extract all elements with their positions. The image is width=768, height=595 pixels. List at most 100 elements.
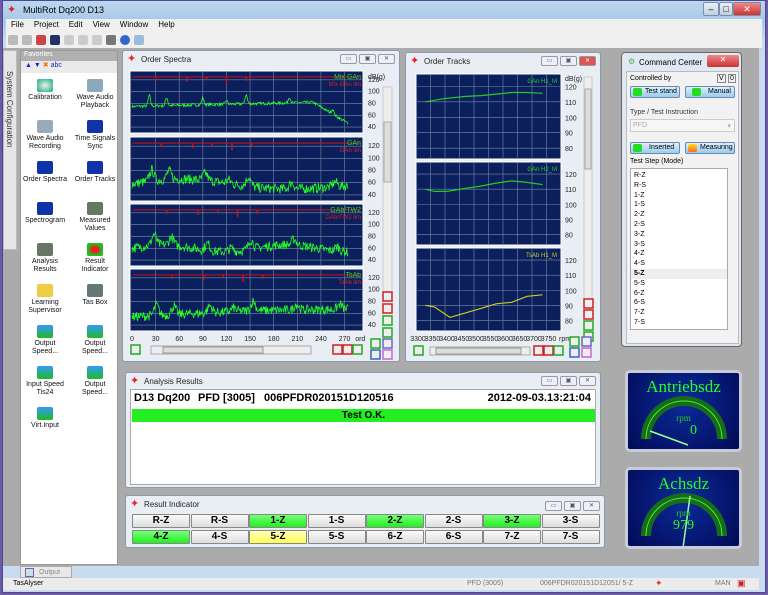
test-step-item[interactable]: 5-S xyxy=(631,279,727,289)
scrollbar-thumb[interactable] xyxy=(584,88,592,170)
favorite-item[interactable]: Order Tracks xyxy=(71,161,119,184)
minimize-button[interactable]: ▭ xyxy=(541,56,558,66)
favorite-item[interactable]: Calibration xyxy=(21,79,69,102)
menu-window[interactable]: Window xyxy=(115,19,153,30)
favorite-item[interactable]: Output Speed... xyxy=(71,366,119,397)
zero-button[interactable]: 0 xyxy=(728,74,736,83)
test-step-item[interactable]: 4-S xyxy=(631,259,727,269)
test-step-item[interactable]: 6-S xyxy=(631,298,727,308)
close-button[interactable]: ✕ xyxy=(378,54,395,64)
test-step-list[interactable]: R-Z R-S 1-Z 1-S 2-Z 2-S 3-Z 3-S 4-Z 4-S 5-Z 5-S 6-Z 6… xyxy=(630,168,728,330)
scrollbar-thumb[interactable] xyxy=(435,347,522,355)
test-step-item[interactable]: 7-Z xyxy=(631,308,727,318)
reset-zoom-icon[interactable] xyxy=(553,345,564,356)
favorite-item[interactable]: Learning Supervisor xyxy=(21,284,69,315)
favorite-item[interactable]: Result Indicator xyxy=(71,243,119,274)
test-stand-button[interactable]: Test stand xyxy=(630,86,680,98)
restore-button[interactable]: ▣ xyxy=(560,376,577,386)
test-step-item[interactable]: 3-S xyxy=(631,240,727,250)
zoom-out-icon[interactable] xyxy=(583,309,594,320)
output-tab[interactable]: Output xyxy=(20,566,72,578)
close-button[interactable]: ✕ xyxy=(707,55,739,67)
menu-view[interactable]: View xyxy=(88,19,115,30)
close-button[interactable]: ✕ xyxy=(583,501,600,511)
test-step-item[interactable]: 1-Z xyxy=(631,191,727,201)
v-button[interactable]: V xyxy=(717,74,726,83)
close-button[interactable]: ✕ xyxy=(733,2,761,16)
test-step-item[interactable]: R-Z xyxy=(631,171,727,181)
home-icon[interactable] xyxy=(130,344,141,355)
menu-file[interactable]: File xyxy=(6,19,29,30)
test-step-item[interactable]: 2-Z xyxy=(631,210,727,220)
favorite-item[interactable]: Input Speed Tis24 xyxy=(21,366,69,397)
close-button[interactable]: ✕ xyxy=(579,376,596,386)
reset-zoom-icon[interactable] xyxy=(382,315,393,326)
order-tracks-plot[interactable]: 80 90 100 110 120 GAn H1_M 80 90 100 110 120 GAn H2… xyxy=(406,69,602,363)
test-step-item[interactable]: 3-Z xyxy=(631,230,727,240)
settings-icon[interactable] xyxy=(569,347,580,358)
delete-icon[interactable]: ✖ xyxy=(43,62,49,69)
zoom-in-icon[interactable] xyxy=(583,298,594,309)
menu-help[interactable]: Help xyxy=(153,19,179,30)
favorite-item[interactable]: Measured Values xyxy=(71,202,119,233)
disconnect-icon[interactable] xyxy=(22,35,32,45)
test-step-item[interactable]: 2-S xyxy=(631,220,727,230)
favorite-item[interactable]: Wave Audio Recording xyxy=(21,120,69,151)
favorite-item[interactable]: Tas Box xyxy=(71,284,119,307)
minimize-button[interactable]: ▭ xyxy=(545,501,562,511)
reset-zoom-icon[interactable] xyxy=(352,344,363,355)
reset-zoom-icon[interactable] xyxy=(583,320,594,331)
close-button[interactable]: ✕ xyxy=(579,56,596,66)
favorite-item[interactable]: Spectrogram xyxy=(21,202,69,225)
test-step-item[interactable]: R-S xyxy=(631,181,727,191)
connect-icon[interactable] xyxy=(8,35,18,45)
test-step-item[interactable]: 7-S xyxy=(631,318,727,328)
save-icon[interactable] xyxy=(50,35,60,45)
zoom-in-icon[interactable] xyxy=(332,344,343,355)
type-select[interactable]: PFD ▾ xyxy=(630,119,735,132)
maximize-button[interactable]: □ xyxy=(719,2,733,16)
favorite-item[interactable]: Output Speed... xyxy=(71,325,119,356)
paste-icon[interactable] xyxy=(92,35,102,45)
move-down-icon[interactable]: ▼ xyxy=(34,62,41,69)
export-icon[interactable] xyxy=(382,349,393,360)
scrollbar-thumb[interactable] xyxy=(162,346,264,354)
move-up-icon[interactable]: ▲ xyxy=(25,62,32,69)
test-step-item[interactable]: 5-Z xyxy=(631,268,727,279)
menu-edit[interactable]: Edit xyxy=(64,19,88,30)
export-icon[interactable] xyxy=(581,347,592,358)
favorite-item[interactable]: Time Signals Sync xyxy=(71,120,119,151)
system-configuration-tab[interactable]: System Configuration xyxy=(3,50,17,250)
zoom-in-icon[interactable] xyxy=(533,345,544,356)
zoom-out-icon[interactable] xyxy=(342,344,353,355)
zoom-out-icon[interactable] xyxy=(543,345,554,356)
restore-button[interactable]: ▣ xyxy=(560,56,577,66)
favorite-item[interactable]: Output Speed... xyxy=(21,325,69,356)
fit-icon[interactable] xyxy=(569,336,580,347)
test-step-item[interactable]: 4-Z xyxy=(631,249,727,259)
scrollbar-thumb[interactable] xyxy=(383,121,392,183)
manual-button[interactable]: Manual xyxy=(685,86,735,98)
minimize-button[interactable]: – xyxy=(703,2,719,16)
favorite-item[interactable]: Wave Audio Playback xyxy=(71,79,119,110)
copy-icon[interactable] xyxy=(78,35,88,45)
test-step-item[interactable]: 1-S xyxy=(631,200,727,210)
zoom-in-icon[interactable] xyxy=(382,291,393,302)
minimize-button[interactable]: ▭ xyxy=(340,54,357,64)
rename-button[interactable]: abc xyxy=(51,62,62,69)
print-icon[interactable] xyxy=(106,35,116,45)
test-step-item[interactable]: 6-Z xyxy=(631,289,727,299)
inserted-button[interactable]: Inserted xyxy=(630,142,680,154)
restore-button[interactable]: ▣ xyxy=(359,54,376,64)
zoom-out-icon[interactable] xyxy=(382,303,393,314)
fit-icon[interactable] xyxy=(370,338,381,349)
help-icon[interactable] xyxy=(120,35,130,45)
order-spectra-plot[interactable]: 40 60 80 100 120 Mix GAnMix GAn lim 40 60 80 100 1… xyxy=(123,67,401,363)
favorite-item[interactable]: Order Spectra xyxy=(21,161,69,184)
color-icon[interactable] xyxy=(581,336,592,347)
restore-button[interactable]: ▣ xyxy=(564,501,581,511)
minimize-button[interactable]: ▭ xyxy=(541,376,558,386)
cursor-icon[interactable] xyxy=(382,327,393,338)
color-icon[interactable] xyxy=(382,338,393,349)
home-icon[interactable] xyxy=(413,345,424,356)
